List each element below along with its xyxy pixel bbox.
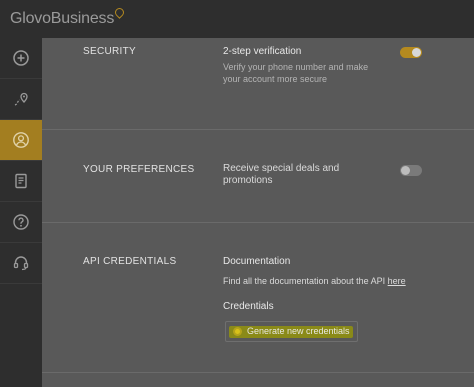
credentials-title: Credentials (223, 301, 274, 312)
help-icon (13, 214, 29, 230)
headset-icon (13, 256, 29, 271)
sidebar-item-profile[interactable] (0, 120, 42, 161)
documentation-text: Find all the documentation about the API… (223, 275, 423, 287)
sidebar-item-locations[interactable] (0, 79, 42, 120)
two-step-title: 2-step verification (223, 46, 302, 57)
top-bar: GlovoBusiness (0, 0, 474, 38)
plus-circle-icon (13, 50, 29, 66)
radio-icon[interactable] (233, 327, 242, 336)
deals-description: Receive special deals and promotions (223, 163, 340, 186)
section-divider (42, 129, 474, 130)
section-divider (42, 372, 474, 373)
section-divider (42, 222, 474, 223)
sidebar-item-add[interactable] (0, 38, 42, 79)
brand-name: GlovoBusiness (10, 10, 115, 27)
two-step-toggle[interactable] (400, 47, 422, 58)
toggle-knob (401, 166, 410, 175)
generate-credentials-label: Generate new credentials (247, 326, 350, 336)
sidebar-item-help[interactable] (0, 202, 42, 243)
user-icon (13, 132, 29, 148)
api-section-title: API CREDENTIALS (83, 256, 177, 267)
map-pin-icon (14, 92, 28, 106)
brand-pin-icon (115, 8, 123, 18)
sidebar (0, 38, 42, 387)
brand-logo[interactable]: GlovoBusiness (10, 10, 123, 28)
preferences-section-title: YOUR PREFERENCES (83, 164, 195, 175)
two-step-description: Verify your phone number and make your a… (223, 62, 369, 84)
sidebar-item-support[interactable] (0, 243, 42, 284)
documentation-link[interactable]: here (388, 276, 406, 286)
documentation-description: Find all the documentation about the API (223, 276, 386, 286)
documentation-title: Documentation (223, 256, 291, 267)
deals-toggle[interactable] (400, 165, 422, 176)
security-section-title: SECURITY (83, 46, 136, 57)
toggle-knob (412, 48, 421, 57)
document-icon (15, 173, 27, 189)
sidebar-item-orders[interactable] (0, 161, 42, 202)
